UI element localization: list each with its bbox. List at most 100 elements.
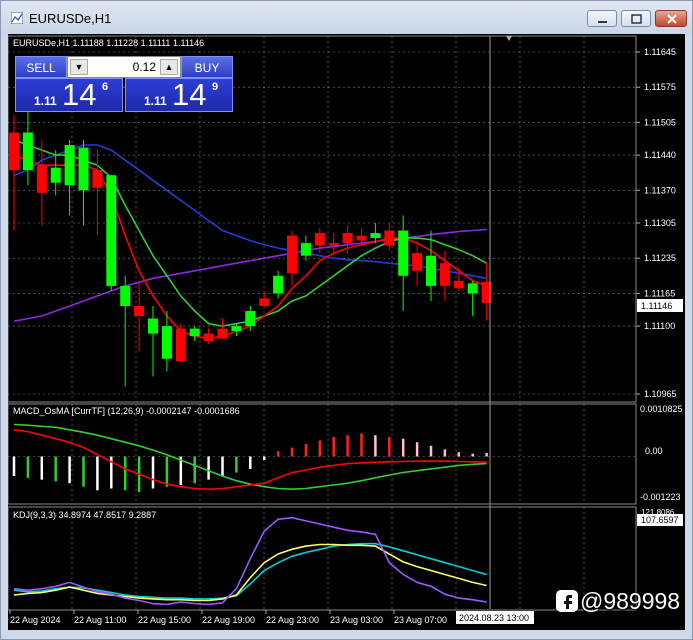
macd-grid [7,404,636,504]
candle-bull [148,318,158,334]
one-click-trading-panel: SELL ▼ 0.12 ▲ BUY 1.11 14 6 1.11 14 9 [15,56,233,112]
ask-price-box[interactable]: 1.11 14 9 [125,77,233,112]
window-title: EURUSDe,H1 [29,11,112,26]
candle-bear [217,328,228,339]
price-axis-label: 1.11440 [644,150,676,160]
candle-bull [120,285,131,306]
lot-increase-icon[interactable]: ▲ [160,59,178,75]
macd-axis-bottom: -0.001223 [640,492,681,502]
main-panel-header: EURUSDe,H1 1.11188 1.11228 1.11111 1.111… [13,38,204,48]
candle-bull [273,275,284,294]
price-axis-label: 1.11305 [644,218,676,228]
kdj-d-line [13,543,487,602]
ask-price-pipette: 9 [212,81,219,93]
price-axis-label: 1.11165 [644,288,675,298]
candle-bull [64,145,75,186]
sell-button[interactable]: SELL [15,56,67,78]
close-icon [667,14,677,24]
main-price-panel[interactable]: EURUSDe,H1 1.11188 1.11228 1.11111 1.111… [7,35,683,609]
candle-bull [161,326,172,359]
ask-price-prefix: 1.11 [144,94,167,108]
price-axis: 1.11645 1.11575 1.11505 1.11440 1.11370 1.113… [636,47,677,399]
candle-bear [412,253,423,271]
time-axis-label: 23 Aug 03:00 [330,615,383,625]
candle-bull [78,147,89,191]
minimize-icon [598,21,607,23]
candle-bear [356,235,367,241]
time-axis-label: 23 Aug 07:00 [394,615,447,625]
candle-bear [259,298,270,306]
watermark-logo-icon [556,590,578,612]
price-axis-label: 1.11505 [644,117,676,127]
candle-bear [314,233,325,246]
shift-marker-icon[interactable] [506,36,512,41]
candle-bear [36,165,47,193]
kdj-value-tag: 107.6597 [641,515,679,525]
price-axis-label: 1.11100 [644,321,675,331]
bid-price-box[interactable]: 1.11 14 6 [15,77,123,112]
candle-bull [426,255,436,286]
price-axis-label: 1.11235 [644,253,676,263]
candle-bull [300,243,311,256]
restore-icon [631,14,642,24]
candle-bear [134,305,145,317]
bid-price-big: 14 [62,77,97,112]
macd-panel[interactable]: MACD_OsMA [CurrTF] (12,26,9) -0.0002147 … [7,403,683,505]
kdj-grid [7,507,585,610]
restore-button[interactable] [621,10,651,27]
price-axis-label: 1.11370 [644,185,676,195]
bid-price-pipette: 6 [102,81,109,93]
candle-bull [231,326,242,332]
price-axis-label: 1.11645 [644,47,676,57]
macd-panel-header: MACD_OsMA [CurrTF] (12,26,9) -0.0002147 … [13,406,240,416]
candle-bear [384,230,395,246]
macd-histogram [12,433,488,493]
candle-bull [22,132,33,171]
close-button[interactable] [655,10,687,27]
current-price-tag: 1.11146 [641,301,672,311]
time-axis-label: 22 Aug 2024 [10,615,61,625]
chart-area[interactable]: EURUSDe,H1 1.11188 1.11228 1.11111 1.111… [7,34,685,630]
macd-axis-top: 0.0010825 [640,404,683,414]
candle-bear [9,132,19,171]
ask-price-big: 14 [172,77,207,112]
candle-bull [398,230,409,276]
candles [9,104,492,387]
buy-button[interactable]: BUY [181,56,233,78]
lot-decrease-icon[interactable]: ▼ [70,59,88,75]
candle-bull [189,328,200,337]
candle-bear [453,280,464,289]
candle-bull [467,283,478,294]
candle-bull [50,167,61,183]
time-axis-label: 22 Aug 23:00 [266,615,319,625]
kdj-lines [13,516,487,606]
candle-bear [92,170,103,188]
candle-bull [106,175,117,286]
time-axis: 22 Aug 2024 22 Aug 11:00 22 Aug 15:00 22 Au… [9,610,447,625]
bid-price-prefix: 1.11 [34,94,57,108]
chart-canvas[interactable]: EURUSDe,H1 1.11188 1.11228 1.11111 1.111… [7,34,685,630]
price-axis-label: 1.11575 [644,82,676,92]
macd-axis-zero: 0.00 [645,446,663,456]
price-axis-label: 1.10965 [644,389,677,399]
time-axis-label: 22 Aug 15:00 [138,615,191,625]
kdj-j-line [13,516,487,606]
candle-bear [328,243,339,246]
minimize-button[interactable] [587,10,617,27]
kdj-panel-header: KDJ(9,3,3) 34.8974 47.8517 9.2887 [13,510,156,520]
watermark-text: @989998 [580,588,681,614]
time-axis-label: 22 Aug 19:00 [202,615,255,625]
title-bar[interactable]: EURUSDe,H1 [1,1,692,35]
candle-bull [245,311,256,327]
lot-size-field[interactable]: ▼ 0.12 ▲ [67,56,181,78]
time-axis-label: 22 Aug 11:00 [74,615,126,625]
chart-icon [11,12,23,24]
candle-bear [175,328,186,362]
candle-bear [287,235,297,274]
candle-bull [370,233,381,239]
lot-size-value[interactable]: 0.12 [90,60,156,74]
candle-bear [203,333,214,342]
cursor-time-tag: 2024.08.23 13:00 [459,613,529,623]
watermark: @989998 [554,586,690,616]
candle-bear [439,263,450,286]
